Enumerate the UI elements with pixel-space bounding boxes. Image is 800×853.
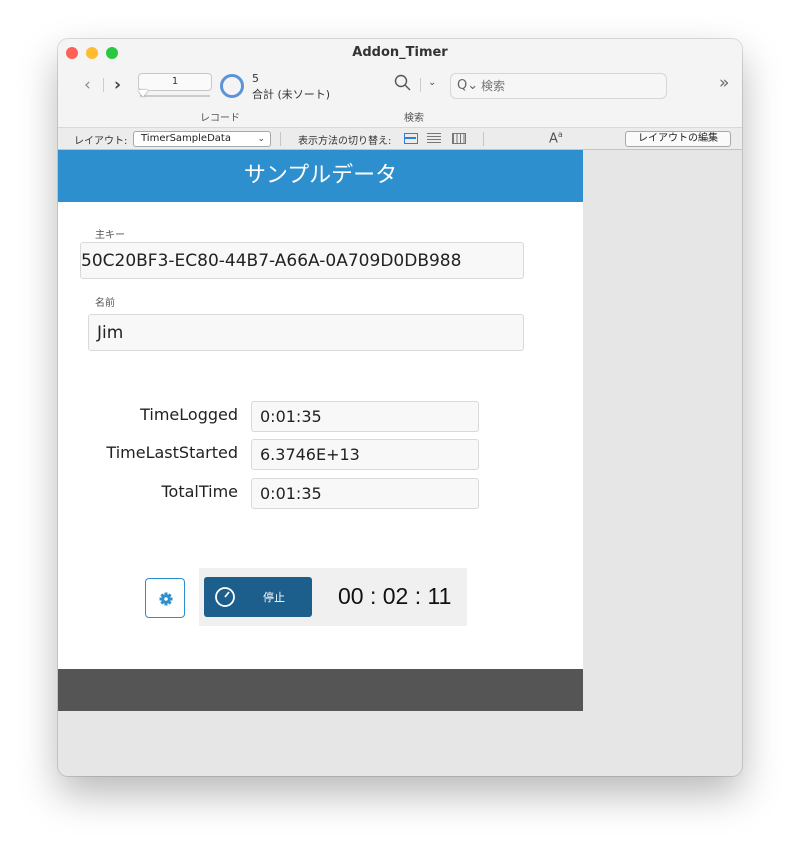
record-sort-status: 合計 (未ソート)	[252, 88, 331, 101]
window-title: Addon_Timer	[352, 45, 448, 60]
record-ring-icon	[220, 74, 244, 98]
search-options-icon[interactable]: Q⌄	[457, 78, 478, 93]
name-field[interactable]: Jim	[88, 314, 524, 351]
primary-key-value: 50C20BF3-EC80-44B7-A66A-0A709D0DB988	[81, 251, 462, 271]
time-logged-label: TimeLogged	[140, 405, 238, 424]
view-as-label: 表示方法の切り替え:	[298, 136, 392, 147]
records-caption: レコード	[200, 113, 240, 124]
next-record-icon[interactable]: ›	[114, 75, 121, 95]
gear-icon	[159, 592, 173, 606]
total-time-label: TotalTime	[161, 482, 238, 501]
time-logged-field[interactable]: 0:01:35	[251, 401, 479, 432]
timer-panel: 停止 00 : 02 : 11	[199, 568, 467, 626]
time-last-started-label: TimeLastStarted	[106, 443, 238, 462]
form-content: サンプルデータ 主キー 50C20BF3-EC80-44B7-A66A-0A70…	[58, 150, 583, 711]
settings-button[interactable]	[145, 578, 185, 618]
layout-select-value: TimerSampleData	[141, 133, 231, 144]
quick-find-input[interactable]	[481, 79, 651, 93]
text-format-superscript: a	[557, 130, 563, 139]
total-time-value: 0:01:35	[260, 484, 322, 503]
nav-divider	[103, 78, 104, 92]
text-format-icon[interactable]: Aa	[549, 130, 563, 146]
record-slider-knob[interactable]	[138, 90, 148, 97]
primary-key-label: 主キー	[95, 230, 125, 241]
time-logged-value: 0:01:35	[260, 407, 322, 426]
record-slider[interactable]	[140, 95, 210, 97]
layout-divider	[280, 132, 281, 146]
time-last-started-field[interactable]: 6.3746E+13	[251, 439, 479, 470]
header-title: サンプルデータ	[58, 150, 583, 202]
footer-band	[58, 669, 583, 711]
quick-find-box[interactable]: Q⌄	[450, 73, 667, 99]
total-time-field[interactable]: 0:01:35	[251, 478, 479, 509]
find-caption: 検索	[404, 113, 424, 124]
time-last-started-value: 6.3746E+13	[260, 445, 360, 464]
table-view-icon[interactable]	[452, 133, 466, 144]
text-format-glyph: A	[549, 131, 558, 147]
find-options-chevron-icon[interactable]: ⌄	[428, 77, 436, 88]
layout-label: レイアウト:	[74, 136, 128, 147]
timer-display: 00 : 02 : 11	[338, 583, 452, 609]
stopwatch-icon	[215, 587, 235, 607]
stop-label: 停止	[263, 591, 285, 604]
app-window: Addon_Timer ‹ › 1 5 合計 (未ソート) レコード ⌄ 検索 …	[58, 39, 742, 776]
edit-layout-button[interactable]: レイアウトの編集	[625, 131, 731, 147]
list-view-icon[interactable]	[427, 133, 441, 144]
primary-key-field[interactable]: 50C20BF3-EC80-44B7-A66A-0A709D0DB988	[80, 242, 524, 279]
title-bar: Addon_Timer ‹ › 1 5 合計 (未ソート) レコード ⌄ 検索 …	[58, 39, 742, 127]
toolbar-overflow-icon[interactable]: »	[719, 73, 729, 93]
view-divider	[483, 132, 484, 146]
name-value: Jim	[97, 323, 124, 343]
current-record-input[interactable]: 1	[138, 73, 212, 91]
layout-bar: レイアウト: TimerSampleData ⌄ 表示方法の切り替え: Aa レ…	[58, 127, 742, 150]
chevron-down-icon: ⌄	[257, 134, 265, 144]
form-view-icon[interactable]	[404, 133, 418, 144]
find-icon[interactable]	[394, 74, 412, 92]
find-divider	[420, 78, 421, 92]
record-total: 5	[252, 72, 259, 85]
stop-timer-button[interactable]: 停止	[204, 577, 312, 617]
name-label: 名前	[95, 298, 115, 309]
layout-select[interactable]: TimerSampleData ⌄	[133, 131, 271, 147]
previous-record-icon[interactable]: ‹	[84, 75, 91, 95]
